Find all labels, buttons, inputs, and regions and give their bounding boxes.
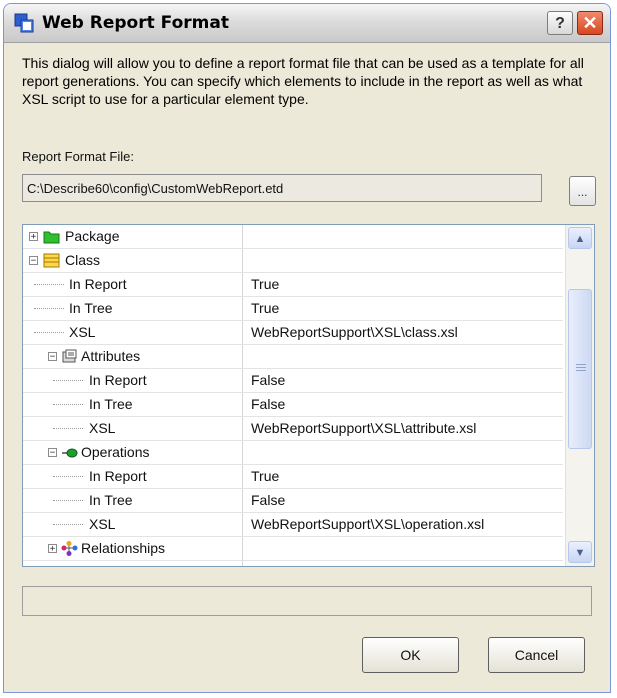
tree-row-relationships[interactable]: + Relationships (23, 537, 563, 561)
tree-row-operations-in-tree[interactable]: In Tree False (23, 489, 563, 513)
tree-row-value[interactable]: WebReportSupport\XSL\class.xsl (251, 324, 458, 340)
ok-button[interactable]: OK (362, 637, 459, 673)
tree-row-class-in-tree[interactable]: In Tree True (23, 297, 563, 321)
tree-row-class-in-report[interactable]: In Report True (23, 273, 563, 297)
tree-connector (53, 476, 83, 478)
tree-row-operations-xsl[interactable]: XSL WebReportSupport\XSL\operation.xsl (23, 513, 563, 537)
collapse-toggle[interactable]: − (29, 256, 38, 266)
collapse-toggle[interactable]: − (48, 448, 57, 458)
scroll-thumb[interactable] (568, 289, 592, 449)
thumb-grip (576, 367, 586, 368)
tree-connector (53, 380, 83, 382)
tree-connector (34, 332, 64, 334)
tree-row-name: In Tree (89, 396, 133, 412)
tree-row-name: Operations (81, 444, 150, 460)
class-icon (43, 253, 60, 268)
expand-toggle[interactable]: + (48, 544, 57, 554)
tree-row-class-xsl[interactable]: XSL WebReportSupport\XSL\class.xsl (23, 321, 563, 345)
tree-row-attributes-in-tree[interactable]: In Tree False (23, 393, 563, 417)
dialog-window: Web Report Format ? ✕ This dialog will a… (3, 3, 611, 693)
tree-connector (53, 500, 83, 502)
description-text: This dialog will allow you to define a r… (22, 55, 584, 107)
web-report-app-icon (14, 13, 34, 33)
tree-row-name: In Tree (89, 492, 133, 508)
tree-row-value[interactable]: True (251, 300, 279, 316)
tree-row-attributes[interactable]: − Attributes (23, 345, 563, 369)
tree-row-operations-in-report[interactable]: In Report True (23, 465, 563, 489)
scroll-down-button[interactable]: ▼ (568, 541, 592, 563)
browse-button[interactable]: ... (569, 176, 596, 206)
tree-row-name: In Report (89, 468, 147, 484)
tree-row-name: In Report (69, 276, 127, 292)
tree-connector (34, 308, 64, 310)
relationships-icon (61, 541, 78, 556)
dialog-title: Web Report Format (42, 13, 229, 33)
tree-row-attributes-xsl[interactable]: XSL WebReportSupport\XSL\attribute.xsl (23, 417, 563, 441)
close-button[interactable]: ✕ (577, 11, 603, 35)
tree-row-name: Relationships (81, 540, 166, 556)
tree-row-value[interactable]: False (251, 492, 285, 508)
tree-row-name: Class (65, 252, 101, 268)
collapse-toggle[interactable]: − (48, 352, 57, 362)
tree-row-name: XSL (69, 324, 96, 340)
tree-connector (34, 284, 64, 286)
operations-icon (62, 448, 78, 458)
report-format-file-input[interactable] (22, 174, 542, 202)
scroll-up-button[interactable]: ▲ (568, 227, 592, 249)
title-bar[interactable]: Web Report Format ? ✕ (4, 4, 610, 43)
tree-row-class[interactable]: − Class (23, 249, 563, 273)
thumb-grip (576, 364, 586, 365)
tree-row-name: XSL (89, 420, 116, 436)
tree-row-name: In Report (89, 372, 147, 388)
vertical-scrollbar[interactable]: ▲ ▼ (565, 225, 594, 566)
status-area (22, 586, 592, 616)
element-tree-grid: + Package − Class In Report True In Tree… (22, 224, 595, 567)
tree-row-name: XSL (89, 516, 116, 532)
tree-row-name: Attributes (81, 348, 141, 364)
tree-row-value[interactable]: WebReportSupport\XSL\attribute.xsl (251, 420, 476, 436)
tree-row-name: In Tree (69, 300, 113, 316)
attributes-icon (62, 349, 77, 363)
tree-connector (53, 428, 83, 430)
thumb-grip (576, 370, 586, 371)
tree-connector (53, 524, 83, 526)
tree-row-value[interactable]: False (251, 372, 285, 388)
cancel-button[interactable]: Cancel (488, 637, 585, 673)
tree-row-name: Package (65, 228, 120, 244)
folder-icon (43, 231, 60, 244)
expand-toggle[interactable]: + (29, 232, 38, 242)
tree-row-attributes-in-report[interactable]: In Report False (23, 369, 563, 393)
tree-row-package[interactable]: + Package (23, 225, 563, 249)
tree-row-operations[interactable]: − Operations (23, 441, 563, 465)
tree-row-value[interactable]: WebReportSupport\XSL\operation.xsl (251, 516, 484, 532)
tree-row-value[interactable]: True (251, 468, 279, 484)
tree-row-value[interactable]: False (251, 396, 285, 412)
help-button[interactable]: ? (547, 11, 573, 35)
report-format-file-label: Report Format File: (22, 149, 134, 164)
tree-connector (53, 404, 83, 406)
tree-row-value[interactable]: True (251, 276, 279, 292)
